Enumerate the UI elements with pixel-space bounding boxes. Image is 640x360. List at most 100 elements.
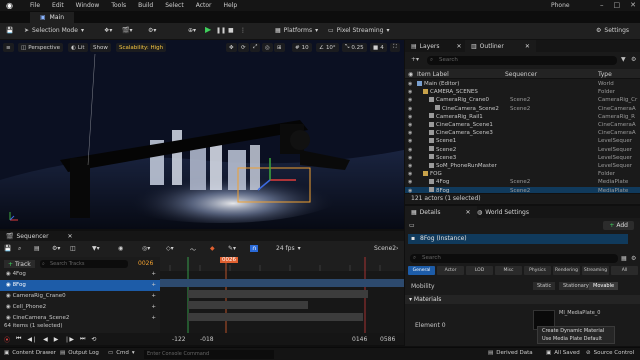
minimize-icon[interactable]: – <box>600 1 604 9</box>
add-component-button[interactable]: + Add <box>603 221 634 230</box>
playhead-frame[interactable]: 0026 <box>220 257 238 263</box>
view-options-icon[interactable]: ◎▾ <box>142 245 150 252</box>
grid-snap-button[interactable]: # 10 <box>292 43 312 52</box>
rotate-icon[interactable]: ⟳ <box>238 43 249 52</box>
outliner-row[interactable]: ◉ CameraRig_Rail1 CameraRig_R <box>405 113 640 121</box>
visibility-eye-icon[interactable]: ◉ <box>408 146 412 154</box>
step-forward-icon[interactable]: ❘▶ <box>64 336 74 343</box>
menu-help[interactable]: Help <box>224 2 238 9</box>
loop-icon[interactable]: ⟲ <box>91 336 96 343</box>
render-icon[interactable]: ▤ <box>34 245 40 252</box>
mobility-movable[interactable]: Movable <box>589 282 619 290</box>
add-subtrack-icon[interactable]: + <box>151 269 156 280</box>
menu-create-dynamic-material[interactable]: Create Dynamic Material <box>538 327 614 335</box>
source-control-button[interactable]: ⊘ Source Control <box>586 350 634 356</box>
track-section-8fog[interactable] <box>160 279 404 287</box>
add-subtrack-icon[interactable]: + <box>151 280 156 291</box>
save-icon[interactable]: 💾 <box>4 245 11 252</box>
tab-sequencer[interactable]: 🎬 Sequencer ✕ <box>0 231 79 241</box>
actions-icon[interactable]: ⚙▾ <box>52 245 60 252</box>
unreal-logo-icon[interactable]: ◉ <box>6 1 13 10</box>
outliner-row[interactable]: ◉ Scene2 LevelSequer <box>405 146 640 154</box>
cmd-button[interactable]: ▭ Cmd ▾ <box>108 350 135 356</box>
settings-button[interactable]: ⚙ Settings <box>596 27 629 34</box>
selection-mode-button[interactable]: ➤ Selection Mode ▾ <box>24 27 84 34</box>
current-frame[interactable]: 0026 <box>138 260 153 267</box>
outliner-row[interactable]: ◉ SoM_PhoneRunMaster LevelSequer <box>405 162 640 170</box>
sequencer-track[interactable]: ◉ 8Fog + <box>0 280 160 291</box>
filter-icon[interactable]: ▼▾ <box>92 245 100 252</box>
filter-general[interactable]: General <box>408 266 435 275</box>
outliner-row[interactable]: ◉ CineCamera_Scene2 Scene2 CineCameraA <box>405 105 640 113</box>
visibility-eye-icon[interactable]: ◉ <box>408 170 412 178</box>
record-icon[interactable]: ⦿ <box>4 335 10 344</box>
content-drawer-button[interactable]: ▣ Content Drawer <box>4 350 56 356</box>
menu-edit[interactable]: Edit <box>52 2 64 9</box>
camera-speed-button[interactable]: ■ 4 <box>370 43 387 52</box>
outliner-row[interactable]: ◉ 4Fog Scene2 MediaPlate <box>405 178 640 186</box>
filter-icon[interactable]: ▼ <box>621 56 626 63</box>
material-name[interactable]: MI_MediaPlate_0 <box>559 310 601 316</box>
outliner-row[interactable]: ◉ Scene1 LevelSequer <box>405 137 640 145</box>
sequencer-track[interactable]: ◉ Cell_Phone2 + <box>0 302 160 313</box>
column-type[interactable]: Type <box>598 71 612 78</box>
track-section-crane[interactable] <box>188 290 368 298</box>
content-icon[interactable]: ⚙▾ <box>148 27 156 34</box>
add-track-button[interactable]: + Track <box>4 260 35 268</box>
add-filter-icon[interactable]: +▾ <box>411 56 419 63</box>
visibility-eye-icon[interactable]: ◉ <box>408 88 412 96</box>
range-out[interactable]: 0146 <box>352 336 367 343</box>
tab-layers[interactable]: ▤ Layers ✕ <box>405 40 468 52</box>
close-icon[interactable]: ✕ <box>68 233 73 240</box>
key-icon[interactable]: ◇▾ <box>166 245 174 252</box>
add-subtrack-icon[interactable]: + <box>151 302 156 313</box>
track-section-camera[interactable] <box>188 313 363 321</box>
mobility-static[interactable]: Static <box>533 282 556 290</box>
close-icon[interactable]: ✕ <box>457 43 462 50</box>
menu-tools[interactable]: Tools <box>111 2 126 9</box>
cinematics-icon[interactable]: 🎬▾ <box>122 27 132 34</box>
menu-build[interactable]: Build <box>138 2 153 9</box>
range-in[interactable]: -018 <box>200 336 214 343</box>
menu-window[interactable]: Window <box>76 2 100 9</box>
menu-select[interactable]: Select <box>165 2 184 9</box>
track-section-phone[interactable] <box>188 301 308 309</box>
perspective-button[interactable]: ◫ Perspective <box>18 43 64 52</box>
visibility-eye-icon[interactable]: ◉ <box>408 96 412 104</box>
menu-file[interactable]: File <box>30 2 40 9</box>
visibility-eye-icon[interactable]: ◉ <box>408 121 412 129</box>
tab-main[interactable]: ▣ Main <box>30 12 74 23</box>
property-matrix-icon[interactable]: ▦ <box>621 255 627 262</box>
camera-lock-icon[interactable]: ◫ <box>70 245 76 252</box>
filter-misc[interactable]: Misc <box>495 266 522 275</box>
world-space-icon[interactable]: ◎ <box>262 43 273 52</box>
save-icon[interactable]: 💾 <box>6 27 13 34</box>
output-log-button[interactable]: ▤ Output Log <box>60 350 99 356</box>
scalability-button[interactable]: Scalability: High <box>116 43 167 52</box>
console-input[interactable]: Enter Console Command <box>144 350 274 359</box>
level-viewport[interactable]: ≡ ◫ Perspective ◐ Lit Show Scalability: … <box>0 40 404 229</box>
maximize-viewport-icon[interactable]: ⛶ <box>390 43 400 52</box>
lit-button[interactable]: ◐ Lit <box>68 43 88 52</box>
visibility-eye-icon[interactable]: ◉ <box>408 162 412 170</box>
visibility-eye-icon[interactable]: ◉ <box>408 80 412 88</box>
all-saved-button[interactable]: ▣ All Saved <box>546 350 580 356</box>
track-search-input[interactable]: ⌕ Search Tracks <box>40 260 128 268</box>
snap-icon[interactable]: ∩ <box>250 245 259 252</box>
close-icon[interactable]: ✕ <box>525 43 530 50</box>
blueprint-icon[interactable]: ❖▾ <box>104 27 112 34</box>
pause-icon[interactable]: ❚❚ <box>216 27 226 34</box>
settings-gear-icon[interactable]: ⚙ <box>631 56 636 63</box>
tab-outliner[interactable]: ▥ Outliner ✕ <box>465 40 536 52</box>
eject-icon[interactable]: ⋮ <box>240 27 246 34</box>
range-start[interactable]: -122 <box>172 336 186 343</box>
details-search-input[interactable]: ⌕ Search <box>410 254 618 263</box>
pixel-streaming-button[interactable]: ▭ Pixel Streaming ▾ <box>328 27 389 34</box>
column-item-label[interactable]: Item Label <box>417 71 449 78</box>
jump-end-icon[interactable]: ⏭ <box>80 335 85 343</box>
outliner-row[interactable]: ◉ FOG Folder <box>405 170 640 178</box>
visibility-eye-icon[interactable]: ◉ <box>408 129 412 137</box>
visibility-eye-icon[interactable]: ◉ <box>408 137 412 145</box>
outliner-row[interactable]: ◉ CameraRig_Crane0 Scene2 CameraRig_Cr <box>405 96 640 104</box>
stop-icon[interactable]: ■ <box>228 27 234 34</box>
